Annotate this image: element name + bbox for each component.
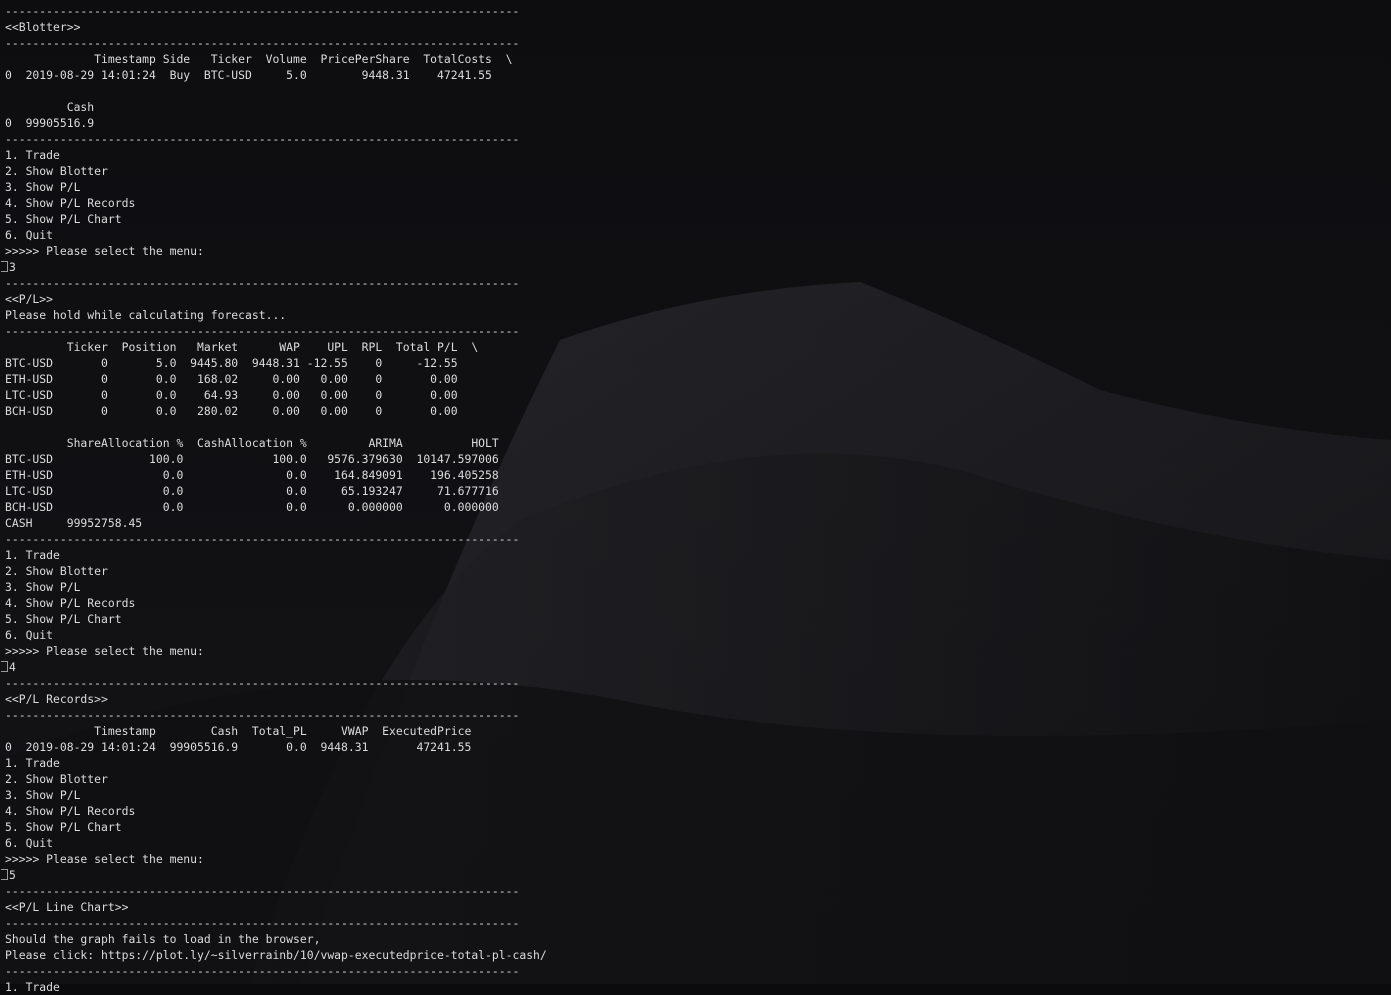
terminal-line: ETH-USD 0.0 0.0 164.849091 196.405258 xyxy=(5,468,499,482)
terminal-input-text: 3 xyxy=(9,260,16,274)
terminal-input-text: 5 xyxy=(9,868,16,882)
terminal-line: 3. Show P/L xyxy=(5,788,81,802)
terminal-line: 0 2019-08-29 14:01:24 99905516.9 0.0 944… xyxy=(5,740,472,754)
terminal-line: <<P/L Line Chart>> xyxy=(5,900,129,914)
terminal-line: ----------------------------------------… xyxy=(5,532,520,546)
terminal-line: >>>>> Please select the menu: xyxy=(5,244,204,258)
terminal-line: 2. Show Blotter xyxy=(5,772,108,786)
terminal-line: ----------------------------------------… xyxy=(5,964,520,978)
terminal-line: ----------------------------------------… xyxy=(5,676,520,690)
terminal-line: ----------------------------------------… xyxy=(5,884,520,898)
terminal-line: 6. Quit xyxy=(5,228,54,242)
terminal-line: 2. Show Blotter xyxy=(5,164,108,178)
terminal-line: ----------------------------------------… xyxy=(5,276,520,290)
terminal-line: 1. Trade xyxy=(5,148,60,162)
terminal-line: 1. Trade xyxy=(5,548,60,562)
terminal-line: 0 2019-08-29 14:01:24 Buy BTC-USD 5.0 94… xyxy=(5,68,492,82)
terminal-line: Ticker Position Market WAP UPL RPL Total… xyxy=(5,340,479,354)
terminal-line: Cash xyxy=(5,100,95,114)
terminal-line: BTC-USD 100.0 100.0 9576.379630 10147.59… xyxy=(5,452,499,466)
terminal-line: LTC-USD 0 0.0 64.93 0.00 0.00 0 0.00 xyxy=(5,388,458,402)
terminal-line: 0 99905516.9 xyxy=(5,116,95,130)
prompt-cursor-icon xyxy=(1,661,8,672)
terminal-line: 4. Show P/L Records xyxy=(5,596,136,610)
terminal-line: 4. Show P/L Records xyxy=(5,804,136,818)
terminal-line: ShareAllocation % CashAllocation % ARIMA… xyxy=(5,436,499,450)
terminal-line: Timestamp Side Ticker Volume PricePerSha… xyxy=(5,52,513,66)
terminal-line: ETH-USD 0 0.0 168.02 0.00 0.00 0 0.00 xyxy=(5,372,458,386)
terminal-line: BCH-USD 0.0 0.0 0.000000 0.000000 xyxy=(5,500,499,514)
terminal-line: ----------------------------------------… xyxy=(5,36,520,50)
terminal-output[interactable]: ----------------------------------------… xyxy=(1,3,1385,995)
terminal-line: ----------------------------------------… xyxy=(5,916,520,930)
terminal-line: 4. Show P/L Records xyxy=(5,196,136,210)
terminal-line: CASH 99952758.45 xyxy=(5,516,143,530)
terminal-input-text: 4 xyxy=(9,660,16,674)
terminal-line: 1. Trade xyxy=(5,980,60,994)
terminal-line: Please click: https://plot.ly/~silverrai… xyxy=(5,948,547,962)
terminal-line: LTC-USD 0.0 0.0 65.193247 71.677716 xyxy=(5,484,499,498)
terminal-line: ----------------------------------------… xyxy=(5,708,520,722)
terminal-line: 6. Quit xyxy=(5,628,54,642)
prompt-cursor-icon xyxy=(1,261,8,272)
terminal-line: >>>>> Please select the menu: xyxy=(5,644,204,658)
terminal-input-line: 3 xyxy=(1,259,1385,275)
terminal-line: 5. Show P/L Chart xyxy=(5,612,122,626)
terminal-input-line: 5 xyxy=(1,867,1385,883)
terminal-line: 3. Show P/L xyxy=(5,580,81,594)
prompt-cursor-icon xyxy=(1,869,8,880)
terminal-line: >>>>> Please select the menu: xyxy=(5,852,204,866)
terminal-line: ----------------------------------------… xyxy=(5,132,520,146)
terminal-line: 5. Show P/L Chart xyxy=(5,820,122,834)
terminal-line: 5. Show P/L Chart xyxy=(5,212,122,226)
terminal-line: <<Blotter>> xyxy=(5,20,81,34)
terminal-line: 1. Trade xyxy=(5,756,60,770)
terminal-line: Please hold while calculating forecast..… xyxy=(5,308,287,322)
terminal-line: 6. Quit xyxy=(5,836,54,850)
terminal-line: BCH-USD 0 0.0 280.02 0.00 0.00 0 0.00 xyxy=(5,404,458,418)
terminal-line: BTC-USD 0 5.0 9445.80 9448.31 -12.55 0 -… xyxy=(5,356,458,370)
terminal-line: ----------------------------------------… xyxy=(5,4,520,18)
terminal-line: Should the graph fails to load in the br… xyxy=(5,932,321,946)
terminal-line: 2. Show Blotter xyxy=(5,564,108,578)
terminal-line: 3. Show P/L xyxy=(5,180,81,194)
terminal-input-line: 4 xyxy=(1,659,1385,675)
terminal-line: <<P/L Records>> xyxy=(5,692,108,706)
terminal-line: <<P/L>> xyxy=(5,292,54,306)
terminal-line: ----------------------------------------… xyxy=(5,324,520,338)
terminal-line: Timestamp Cash Total_PL VWAP ExecutedPri… xyxy=(5,724,472,738)
